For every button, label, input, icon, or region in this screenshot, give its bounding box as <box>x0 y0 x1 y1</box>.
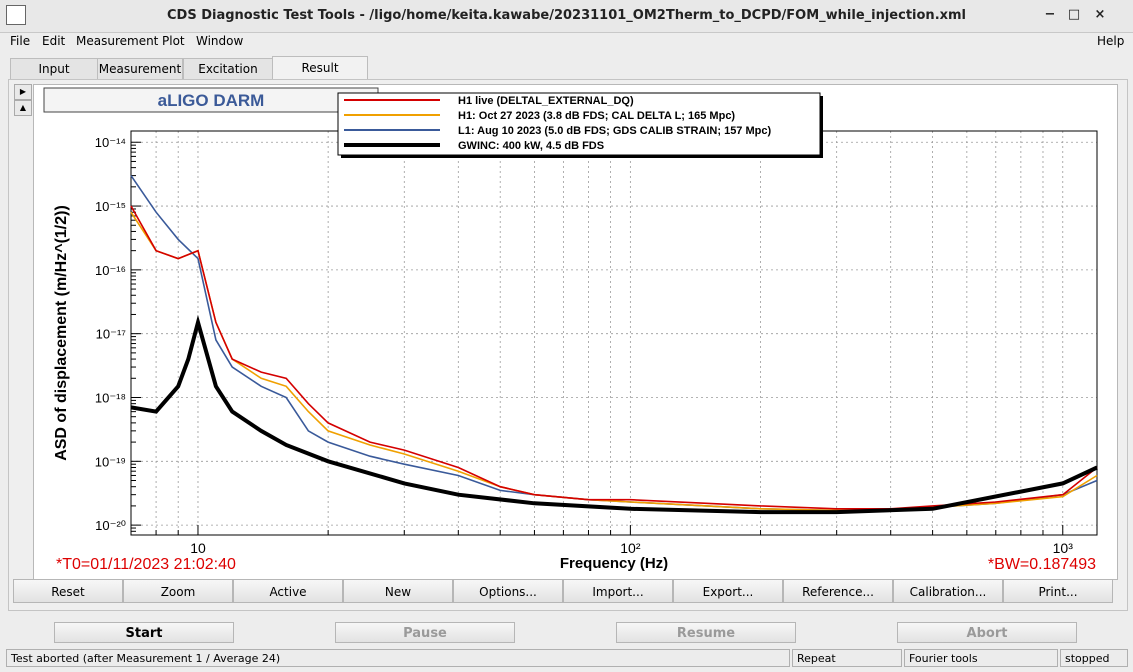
start-button[interactable]: Start <box>54 622 234 643</box>
x-tick-label: 10² <box>620 540 641 556</box>
resume-button[interactable]: Resume <box>616 622 796 643</box>
y-tick-label: 10⁻¹⁹ <box>95 454 126 469</box>
y-tick-label: 10⁻¹⁶ <box>95 263 126 278</box>
series-line-h1-oct <box>130 211 1098 512</box>
import-button[interactable]: Import... <box>563 579 673 603</box>
status-mode: Repeat <box>792 649 902 667</box>
abort-button[interactable]: Abort <box>897 622 1077 643</box>
options-button[interactable]: Options... <box>453 579 563 603</box>
print-button[interactable]: Print... <box>1003 579 1113 603</box>
status-message: Test aborted (after Measurement 1 / Aver… <box>6 649 790 667</box>
legend-entry: GWINC: 400 kW, 4.5 dB FDS <box>458 140 604 152</box>
plot-button-row: Reset Zoom Active New Options... Import.… <box>13 579 1113 604</box>
y-tick-label: 10⁻¹⁴ <box>95 135 126 150</box>
calibration-button[interactable]: Calibration... <box>893 579 1003 603</box>
plot-frame <box>130 130 1098 536</box>
y-tick-label: 10⁻¹⁷ <box>96 327 127 342</box>
x-tick-label: 10³ <box>1053 540 1074 556</box>
series-line-gwinc <box>130 314 1098 515</box>
zoom-button[interactable]: Zoom <box>123 579 233 603</box>
y-tick-label: 10⁻¹⁵ <box>95 199 126 214</box>
status-state: stopped <box>1060 649 1128 667</box>
series-line-h1-live <box>130 205 1098 510</box>
legend-entry: H1: Oct 27 2023 (3.8 dB FDS; CAL DELTA L… <box>458 110 735 122</box>
y-tick-label: 10⁻¹⁸ <box>95 390 126 405</box>
axis-ticks: 10 10² 10³ 10⁻¹⁴ 10⁻¹⁵ 10⁻¹⁶ 10⁻¹⁷ 10⁻¹⁸ 10⁻¹⁹ 10… <box>95 135 1073 556</box>
legend: H1 live (DELTAL_EXTERNAL_DQ) H1: Oct 27 2… <box>337 92 823 158</box>
x-axis-label: Frequency (Hz) <box>560 555 668 572</box>
pause-button[interactable]: Pause <box>335 622 515 643</box>
plot-title: aLIGO DARM <box>158 91 265 110</box>
t0-label: *T0=01/11/2023 21:02:40 <box>56 556 236 573</box>
x-tick-label: 10 <box>190 540 206 556</box>
darm-chart[interactable]: 10 10² 10³ 10⁻¹⁴ 10⁻¹⁵ 10⁻¹⁶ 10⁻¹⁷ 10⁻¹⁸ 10⁻¹⁹ 10… <box>0 0 1133 672</box>
reference-button[interactable]: Reference... <box>783 579 893 603</box>
active-button[interactable]: Active <box>233 579 343 603</box>
new-button[interactable]: New <box>343 579 453 603</box>
status-tool: Fourier tools <box>904 649 1058 667</box>
legend-entry: H1 live (DELTAL_EXTERNAL_DQ) <box>458 95 634 107</box>
bw-label: *BW=0.187493 <box>988 556 1096 573</box>
y-axis-label: ASD of displacement (m/Hz^(1/2)) <box>53 205 70 461</box>
reset-button[interactable]: Reset <box>13 579 123 603</box>
series-line-l1 <box>130 175 1098 512</box>
plot-grid <box>130 131 1097 535</box>
legend-entry: L1: Aug 10 2023 (5.0 dB FDS; GDS CALIB S… <box>458 125 771 137</box>
export-button[interactable]: Export... <box>673 579 783 603</box>
y-tick-label: 10⁻²⁰ <box>95 518 126 533</box>
